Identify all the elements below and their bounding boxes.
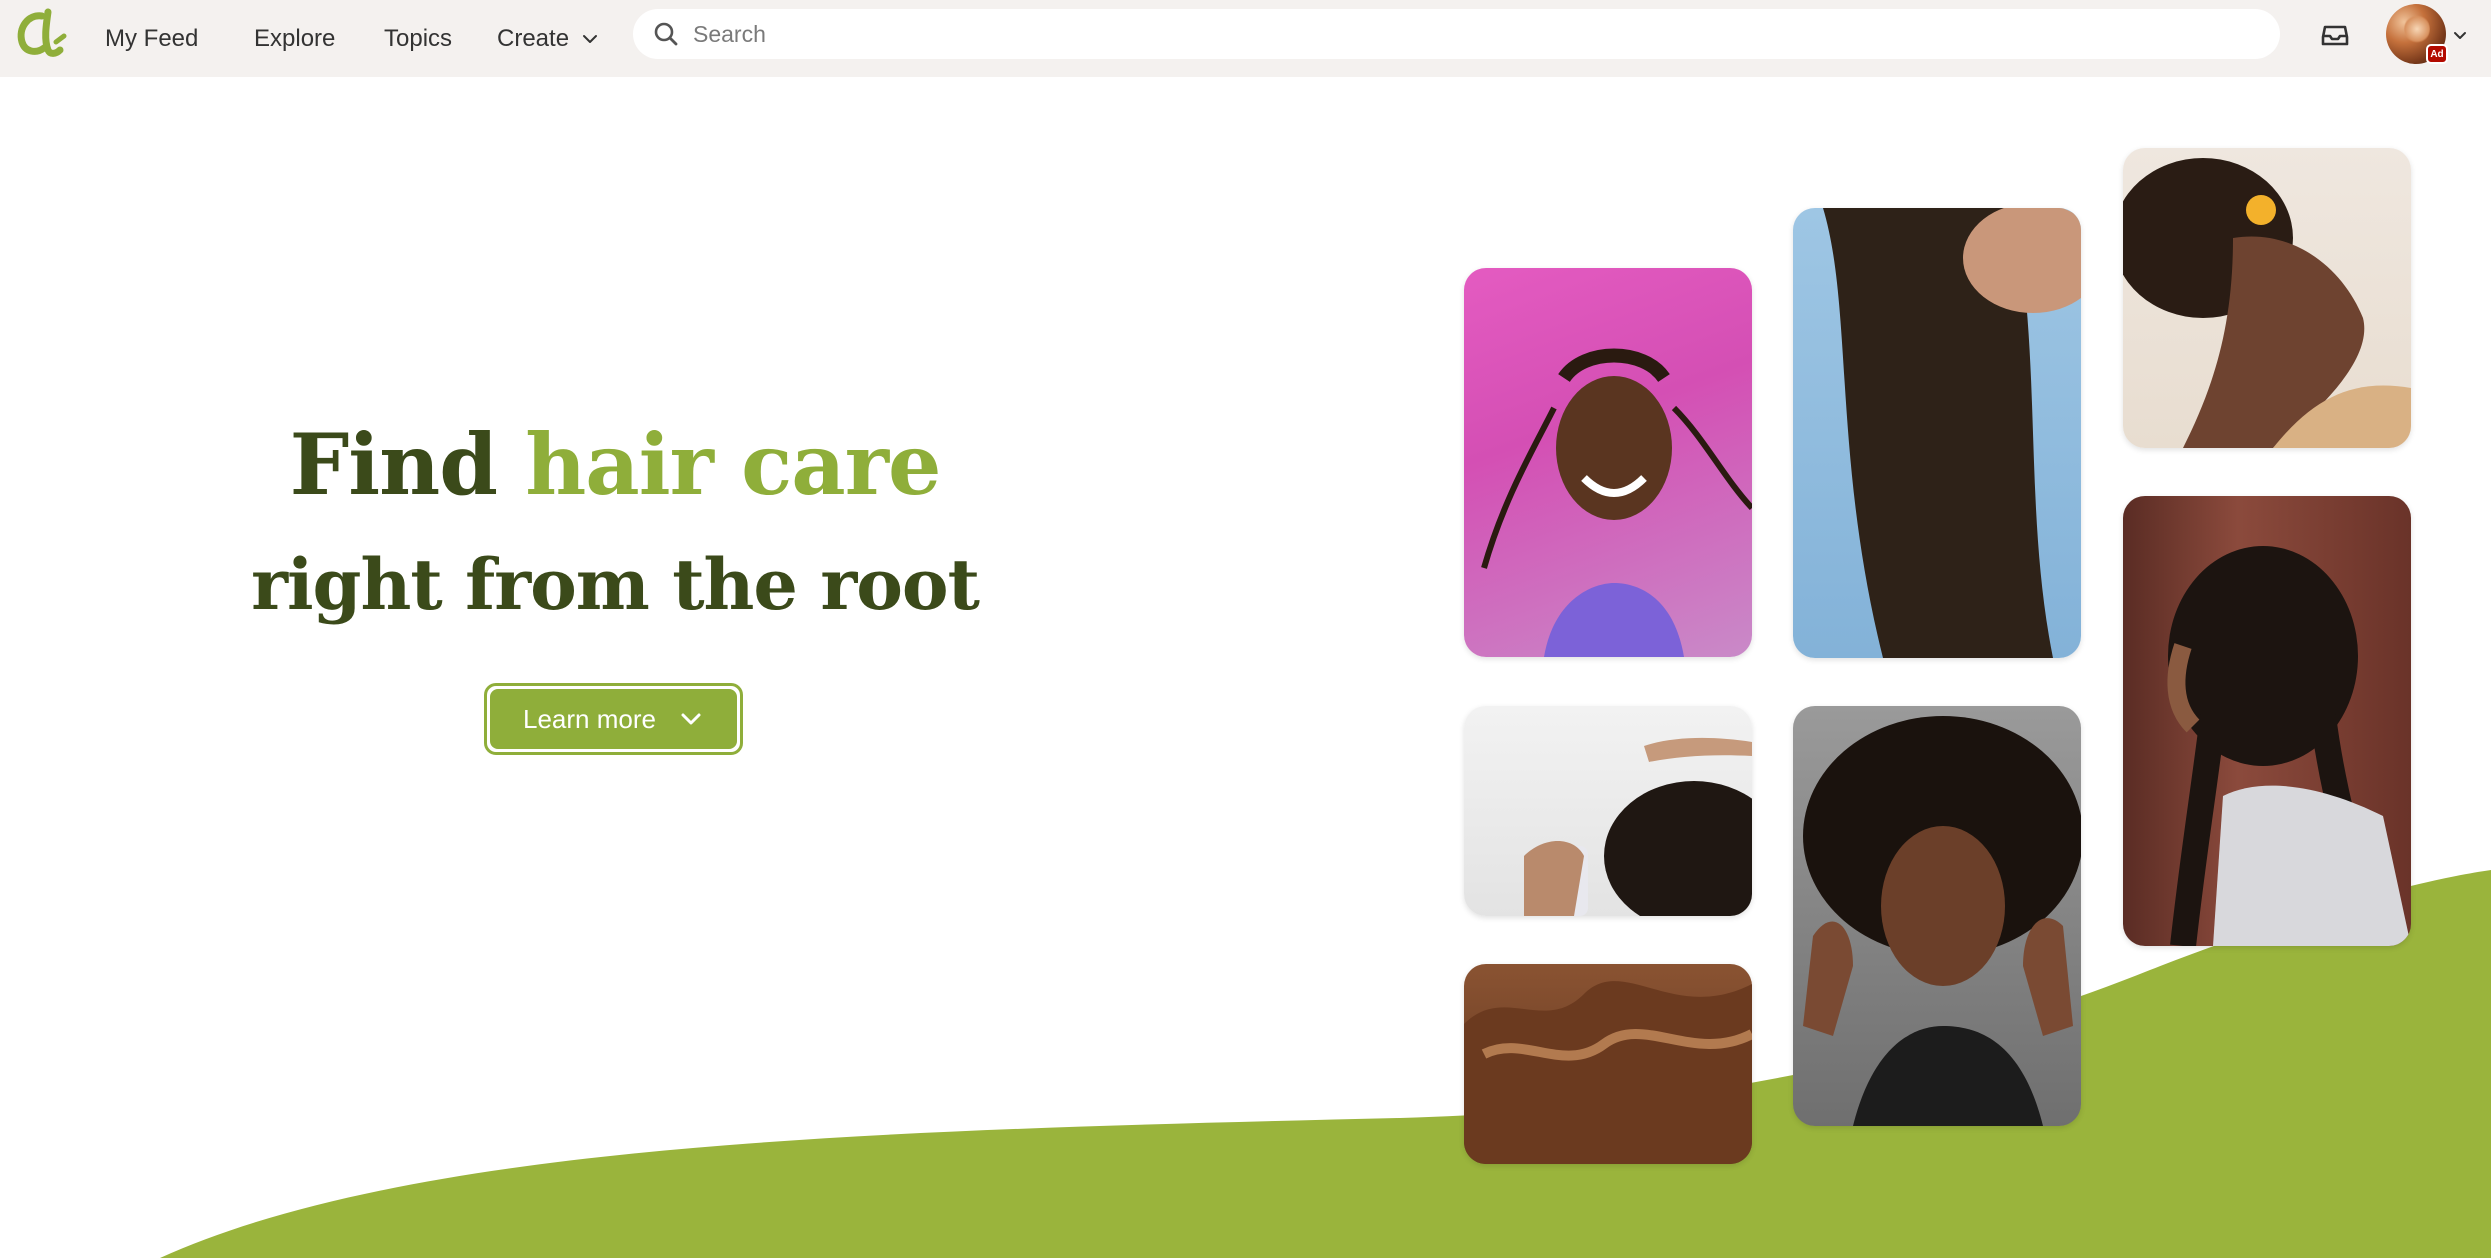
photo-afro-side <box>2123 148 2411 448</box>
inbox-icon[interactable] <box>2320 20 2350 50</box>
photo-curly-blue-graphic <box>1823 208 2081 658</box>
photo-brown-curls-graphic <box>1464 981 1752 1164</box>
hero-title-part1: Find <box>289 415 498 514</box>
learn-more-inner: Learn more <box>490 689 737 749</box>
profile-menu[interactable]: Ad <box>2386 4 2466 70</box>
photo-afro-portrait-graphic <box>1803 716 2081 1126</box>
nav-topics[interactable]: Topics <box>384 0 452 77</box>
nav-topics-label: Topics <box>384 24 453 52</box>
photo-brown-curls <box>1464 964 1752 1164</box>
photo-afro-side-graphic <box>2123 158 2411 448</box>
nav-my-feed[interactable]: My Feed <box>105 0 198 77</box>
photo-braids-back-graphic <box>2167 546 2411 946</box>
hero-title-accent: hair care <box>525 415 941 514</box>
chevron-down-icon <box>583 34 598 43</box>
chevron-down-icon <box>2454 32 2466 39</box>
search-input[interactable] <box>693 14 2253 54</box>
photo-braids-pink-graphic <box>1481 348 1752 657</box>
learn-more-label: Learn more <box>523 703 656 734</box>
photo-spray-scalp <box>1464 706 1752 916</box>
search-icon <box>654 22 678 46</box>
photo-afro-portrait <box>1793 706 2081 1126</box>
nav-create[interactable]: Create <box>497 0 599 77</box>
nav-explore[interactable]: Explore <box>254 0 335 77</box>
photo-curly-blue <box>1793 208 2081 658</box>
search-bar[interactable] <box>633 9 2280 59</box>
photo-spray-scalp-graphic <box>1524 737 1752 916</box>
photo-braids-pink <box>1464 268 1752 657</box>
chevron-down-icon <box>681 713 701 725</box>
hero-subtitle: right from the root <box>251 543 980 626</box>
nav-my-feed-label: My Feed <box>105 24 199 52</box>
hero-title: Find hair care <box>0 410 1230 520</box>
brand-logo-icon[interactable] <box>12 6 70 64</box>
nav-create-label: Create <box>497 24 570 52</box>
photo-braids-back <box>2123 496 2411 946</box>
ad-badge: Ad <box>2426 44 2448 64</box>
decorative-wave <box>160 870 2491 1258</box>
nav-explore-label: Explore <box>254 24 336 52</box>
top-nav: My Feed Explore Topics Create Ad <box>0 0 2491 77</box>
learn-more-button[interactable]: Learn more <box>484 683 743 755</box>
